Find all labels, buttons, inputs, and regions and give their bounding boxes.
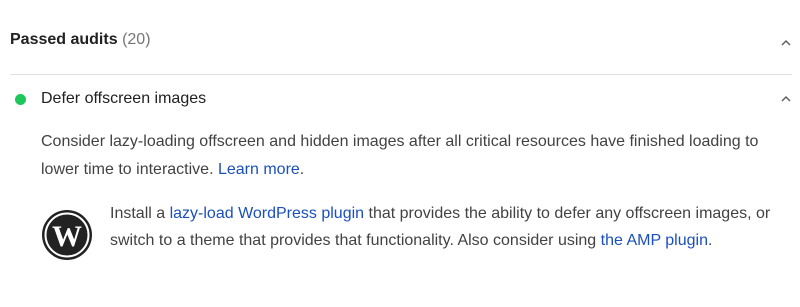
- chevron-up-icon[interactable]: [780, 93, 792, 105]
- section-divider: [10, 74, 792, 75]
- learn-more-link[interactable]: Learn more: [218, 161, 300, 178]
- tip-text-end: .: [707, 232, 713, 249]
- learn-more-suffix: .: [299, 161, 305, 178]
- svg-text:W: W: [52, 220, 82, 253]
- passed-audits-label: Passed audits: [10, 31, 118, 48]
- wordpress-logo-icon: W: [42, 210, 92, 260]
- tip-text-before: Install a: [110, 205, 166, 222]
- wordpress-tip: W Install a lazy-load WordPress plugin t…: [41, 200, 781, 290]
- amp-plugin-link[interactable]: the AMP plugin: [601, 232, 708, 249]
- audit-description-text: Consider lazy-loading offscreen and hidd…: [41, 133, 759, 178]
- passed-audits-title: Passed audits (20): [10, 22, 151, 58]
- audit-header[interactable]: Defer offscreen images: [10, 86, 792, 112]
- passed-audits-count: (20): [122, 31, 151, 48]
- pass-status-icon: [15, 93, 26, 105]
- lazy-load-plugin-link[interactable]: lazy-load WordPress plugin: [170, 205, 364, 222]
- audit-title: Defer offscreen images: [41, 90, 207, 107]
- wordpress-tip-text: Install a lazy-load WordPress plugin tha…: [110, 200, 790, 254]
- audit-description: Consider lazy-loading offscreen and hidd…: [41, 128, 771, 184]
- chevron-up-icon[interactable]: [780, 37, 792, 49]
- passed-audits-header[interactable]: Passed audits (20): [10, 22, 792, 58]
